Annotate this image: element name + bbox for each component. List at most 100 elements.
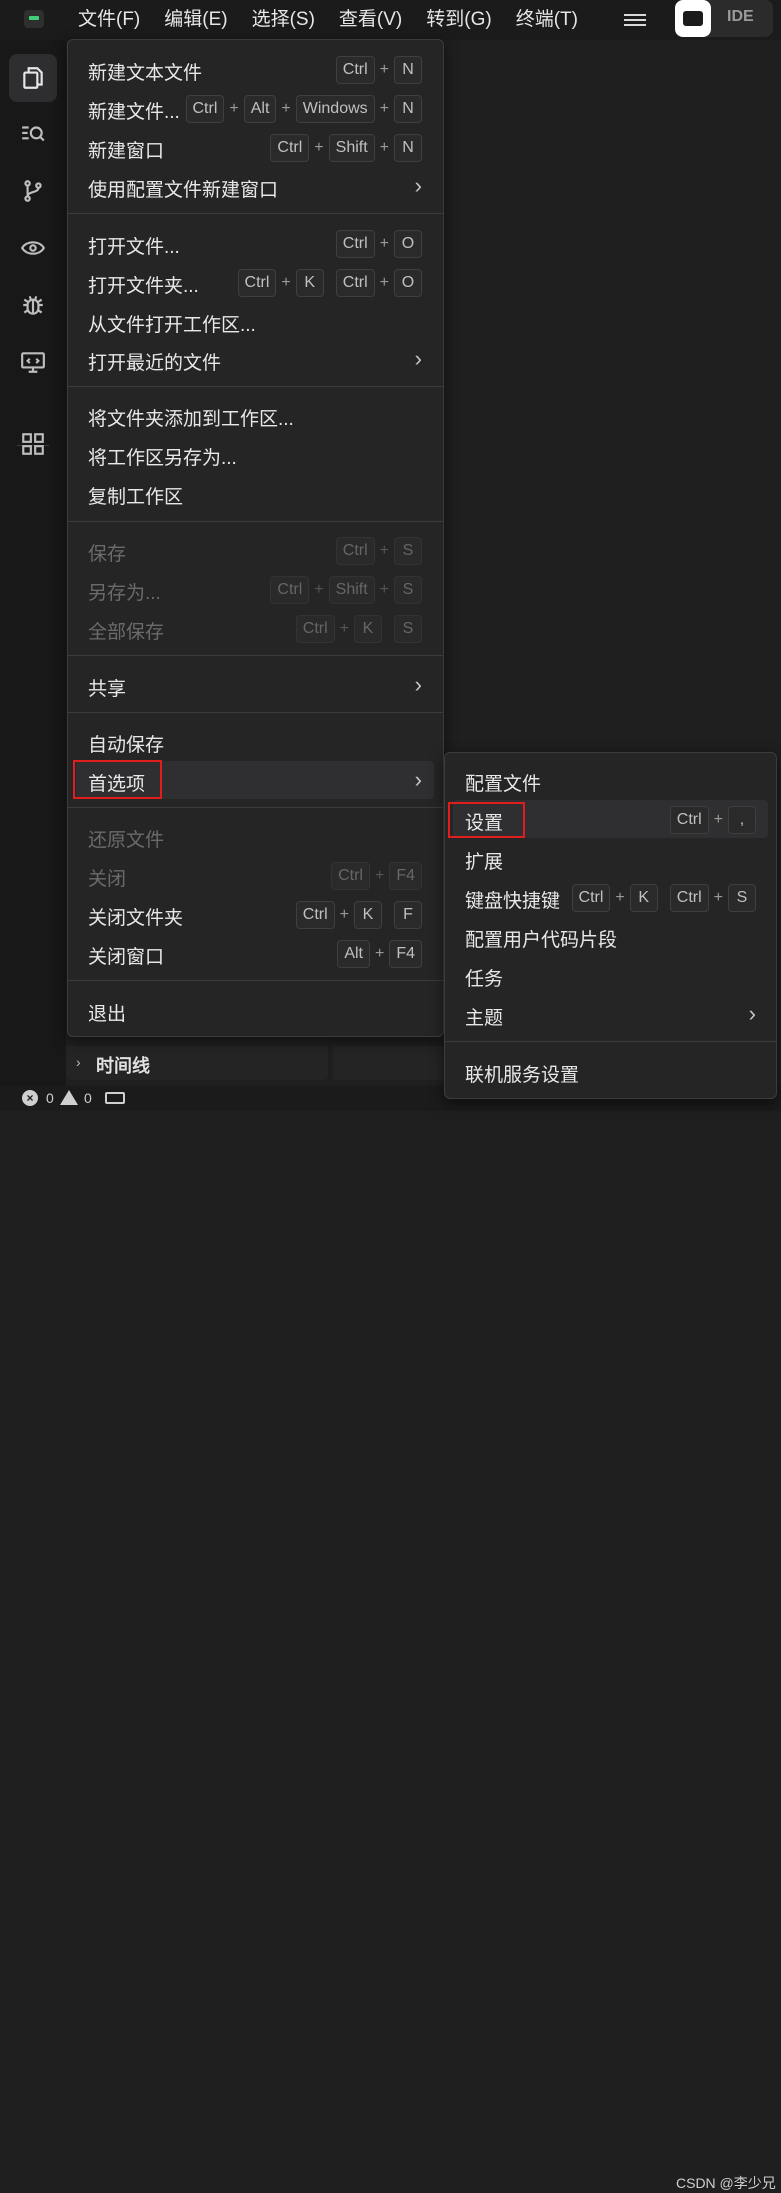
- key: N: [394, 95, 422, 123]
- more-menu-icon[interactable]: [624, 11, 646, 29]
- source-control-icon[interactable]: [9, 167, 57, 215]
- menu-item-save-workspace-as[interactable]: 将工作区另存为...: [76, 435, 434, 473]
- menu-item-new-window-with-profile[interactable]: 使用配置文件新建窗口 ›: [76, 167, 434, 205]
- menu-item-label: 扩展: [465, 852, 504, 873]
- menu-item-label: 自动保存: [88, 735, 165, 756]
- key: Shift: [328, 134, 375, 162]
- timeline-section[interactable]: › 时间线: [66, 1046, 328, 1080]
- menu-edit[interactable]: 编辑(E): [152, 0, 239, 40]
- key: F: [394, 901, 422, 929]
- error-icon[interactable]: ×: [22, 1090, 38, 1106]
- preview-icon[interactable]: [9, 224, 57, 272]
- key: O: [394, 230, 422, 258]
- shortcut: Ctrl + Shift + S: [270, 576, 422, 604]
- submenu-item-theme[interactable]: 主题 ›: [453, 995, 768, 1033]
- extensions-icon[interactable]: [9, 420, 57, 468]
- menu-item-new-file[interactable]: 新建文件... Ctrl + Alt + Windows + N: [76, 89, 434, 127]
- menu-item-open-recent[interactable]: 打开最近的文件 ›: [76, 340, 434, 378]
- submenu-item-keyboard-shortcuts[interactable]: 键盘快捷键 Ctrl + K Ctrl + S: [453, 878, 768, 916]
- highlight-box-settings: [448, 802, 525, 838]
- menu-item-new-window[interactable]: 新建窗口 Ctrl + Shift + N: [76, 128, 434, 166]
- shortcut: Ctrl + Shift + N: [270, 134, 422, 162]
- menu-item-label: 主题: [465, 1008, 504, 1029]
- menu-item-label: 打开文件夹...: [88, 276, 199, 297]
- ide-button[interactable]: IDE: [675, 0, 773, 37]
- menu-item-label: 打开文件...: [88, 237, 180, 258]
- menu-item-label: 打开最近的文件: [88, 353, 222, 374]
- shortcut: Ctrl + S: [335, 537, 422, 565]
- panel-peek: [333, 1046, 445, 1080]
- menu-item-open-workspace[interactable]: 从文件打开工作区...: [76, 302, 434, 340]
- shortcut: Ctrl + ,: [669, 806, 756, 834]
- key: Ctrl: [185, 95, 225, 123]
- key: S: [394, 537, 422, 565]
- shortcut: Ctrl + K Ctrl + S: [571, 884, 756, 912]
- chevron-right-icon: ›: [414, 767, 422, 792]
- submenu-item-online-services[interactable]: 联机服务设置: [453, 1052, 768, 1090]
- submenu-item-extensions[interactable]: 扩展: [453, 839, 768, 877]
- menu-view[interactable]: 查看(V): [327, 0, 414, 40]
- shortcut: Ctrl + K S: [295, 615, 422, 643]
- search-icon[interactable]: [9, 110, 57, 158]
- shortcut: Ctrl + F4: [331, 862, 422, 890]
- chevron-right-icon: ›: [414, 346, 422, 371]
- key: F4: [389, 940, 422, 968]
- chevron-right-icon: ›: [414, 173, 422, 198]
- menu-item-save-as[interactable]: 另存为... Ctrl + Shift + S: [76, 570, 434, 608]
- menu-item-close-folder[interactable]: 关闭文件夹 Ctrl + K F: [76, 895, 434, 933]
- key: Ctrl: [331, 862, 370, 890]
- key: K: [354, 901, 382, 929]
- menu-item-label: 关闭文件夹: [88, 908, 184, 929]
- menu-item-revert-file[interactable]: 还原文件: [76, 817, 434, 855]
- submenu-item-user-snippets[interactable]: 配置用户代码片段: [453, 917, 768, 955]
- explorer-icon[interactable]: [9, 54, 57, 102]
- key: Ctrl: [669, 884, 709, 912]
- debug-icon[interactable]: [9, 281, 57, 329]
- menu-item-close[interactable]: 关闭 Ctrl + F4: [76, 856, 434, 894]
- menu-item-label: 联机服务设置: [465, 1065, 580, 1086]
- menu-bar: 文件(F) 编辑(E) 选择(S) 查看(V) 转到(G) 终端(T): [66, 0, 590, 40]
- menu-terminal[interactable]: 终端(T): [504, 0, 590, 40]
- menu-selection[interactable]: 选择(S): [240, 0, 327, 40]
- remote-icon[interactable]: [9, 338, 57, 386]
- submenu-item-tasks[interactable]: 任务: [453, 956, 768, 994]
- warning-count[interactable]: 0: [84, 1090, 92, 1106]
- chevron-right-icon: ›: [414, 672, 422, 697]
- key: K: [629, 884, 658, 912]
- menu-item-exit[interactable]: 退出: [76, 991, 434, 1029]
- menu-item-auto-save[interactable]: 自动保存: [76, 722, 434, 760]
- menu-item-open-file[interactable]: 打开文件... Ctrl + O: [76, 224, 434, 262]
- menu-item-save[interactable]: 保存 Ctrl + S: [76, 531, 434, 569]
- menu-item-duplicate-workspace[interactable]: 复制工作区: [76, 474, 434, 512]
- submenu-item-profiles[interactable]: 配置文件: [453, 761, 768, 799]
- watermark: CSDN @李少兄: [676, 2175, 776, 2191]
- menu-go[interactable]: 转到(G): [414, 0, 503, 40]
- key: Ctrl: [335, 230, 375, 258]
- shortcut: Ctrl + Alt + Windows + N: [185, 95, 422, 123]
- menu-separator: [68, 213, 443, 214]
- menu-separator: [68, 521, 443, 522]
- menu-item-open-folder[interactable]: 打开文件夹... Ctrl + K Ctrl + O: [76, 263, 434, 301]
- key: S: [394, 615, 422, 643]
- key: K: [354, 615, 382, 643]
- menu-file[interactable]: 文件(F): [66, 0, 152, 40]
- key: S: [728, 884, 756, 912]
- menu-item-add-folder-to-workspace[interactable]: 将文件夹添加到工作区...: [76, 396, 434, 434]
- menu-item-label: 关闭窗口: [88, 947, 165, 968]
- key: S: [394, 576, 422, 604]
- menu-item-new-text-file[interactable]: 新建文本文件 Ctrl + N: [76, 50, 434, 88]
- key: Alt: [337, 940, 370, 968]
- key: ,: [728, 806, 756, 834]
- menu-item-close-window[interactable]: 关闭窗口 Alt + F4: [76, 934, 434, 972]
- timeline-label: 时间线: [96, 1056, 150, 1076]
- menu-item-label: 键盘快捷键: [465, 891, 561, 912]
- menu-item-label: 新建窗口: [88, 141, 165, 162]
- menu-item-share[interactable]: 共享 ›: [76, 666, 434, 704]
- key: Ctrl: [237, 269, 277, 297]
- key: K: [295, 269, 324, 297]
- error-count[interactable]: 0: [46, 1090, 54, 1106]
- menu-separator: [68, 980, 443, 981]
- terminal-icon[interactable]: [105, 1092, 125, 1104]
- menu-item-save-all[interactable]: 全部保存 Ctrl + K S: [76, 609, 434, 647]
- warning-icon[interactable]: [60, 1090, 78, 1105]
